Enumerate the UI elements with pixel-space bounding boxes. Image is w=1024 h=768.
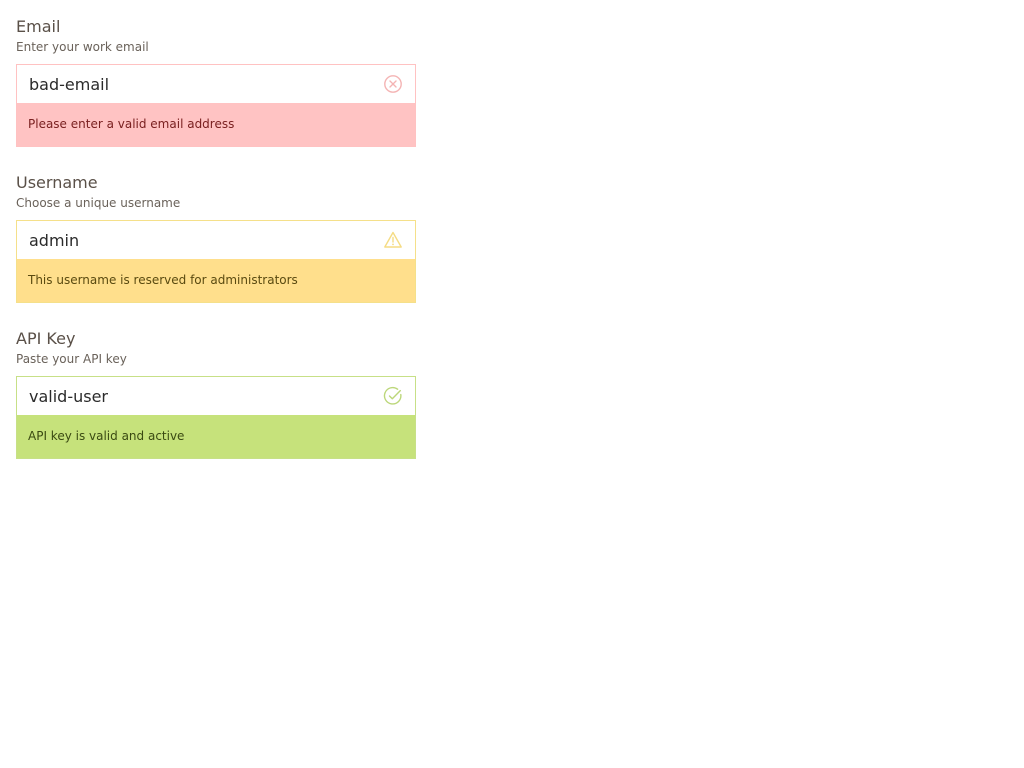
api-key-field-group: API Key Paste your API key API key is va…: [16, 329, 416, 459]
api-key-field-box: API key is valid and active: [16, 376, 416, 459]
username-warning-message: This username is reserved for administra…: [17, 259, 415, 302]
username-input[interactable]: [29, 221, 375, 259]
username-label: Username: [16, 173, 98, 192]
email-hint: Enter your work email: [16, 40, 149, 54]
username-field-group: Username Choose a unique username This u…: [16, 173, 416, 303]
api-key-input-row: [17, 377, 415, 415]
email-input[interactable]: [29, 65, 375, 103]
username-hint: Choose a unique username: [16, 196, 181, 210]
email-field-group: Email Enter your work email Please enter…: [16, 17, 416, 147]
api-key-hint: Paste your API key: [16, 352, 127, 366]
email-input-row: [17, 65, 415, 103]
check-circle-icon: [383, 386, 403, 406]
error-circle-icon: [383, 74, 403, 94]
api-key-label: API Key: [16, 329, 76, 348]
api-key-input[interactable]: [29, 377, 375, 415]
api-key-success-message: API key is valid and active: [17, 415, 415, 458]
email-label: Email: [16, 17, 61, 36]
warning-triangle-icon: [383, 230, 403, 250]
username-field-box: This username is reserved for administra…: [16, 220, 416, 303]
email-field-box: Please enter a valid email address: [16, 64, 416, 147]
username-input-row: [17, 221, 415, 259]
email-error-message: Please enter a valid email address: [17, 103, 415, 146]
validation-form: Email Enter your work email Please enter…: [16, 17, 416, 485]
